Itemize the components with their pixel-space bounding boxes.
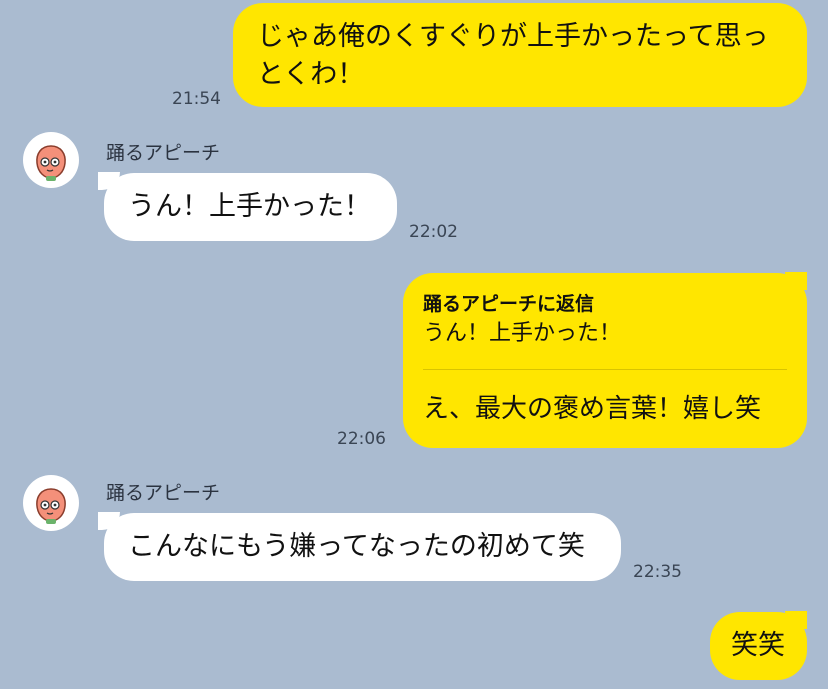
message-timestamp: 22:02 [409,222,458,242]
message-text: こんなにもう嫌ってなったの初めて笑 [128,531,585,562]
sender-avatar[interactable] [23,475,79,531]
message-text: え、最大の褒め言葉！嬉し笑 [423,394,762,424]
message-text-line: とくわ！ [257,59,365,90]
message-timestamp: 21:54 [172,89,221,109]
reply-divider [423,369,787,370]
outgoing-message-bubble[interactable]: 笑笑 [710,612,807,680]
sender-avatar[interactable] [23,132,79,188]
message-text: 笑笑 [731,630,785,661]
peach-avatar-icon [36,145,66,181]
message-timestamp: 22:35 [633,562,682,582]
peach-avatar-icon [36,488,66,524]
outgoing-message-bubble[interactable]: じゃあ俺のくすぐりが上手かったって思っ とくわ！ [233,3,807,107]
outgoing-reply-bubble[interactable]: 踊るアピーチに返信 うん！上手かった！ え、最大の褒め言葉！嬉し笑 [403,273,807,448]
message-text-line: じゃあ俺のくすぐりが上手かったって思っ [257,21,769,52]
sender-name: 踊るアピーチ [106,142,221,164]
reply-header: 踊るアピーチに返信 [423,293,595,315]
sender-name: 踊るアピーチ [106,482,221,504]
message-timestamp: 22:06 [337,429,386,449]
reply-quote[interactable]: うん！上手かった！ [423,317,787,351]
message-text: うん！上手かった！ [128,191,371,222]
incoming-message-bubble[interactable]: こんなにもう嫌ってなったの初めて笑 [104,513,621,581]
incoming-message-bubble[interactable]: うん！上手かった！ [104,173,397,241]
